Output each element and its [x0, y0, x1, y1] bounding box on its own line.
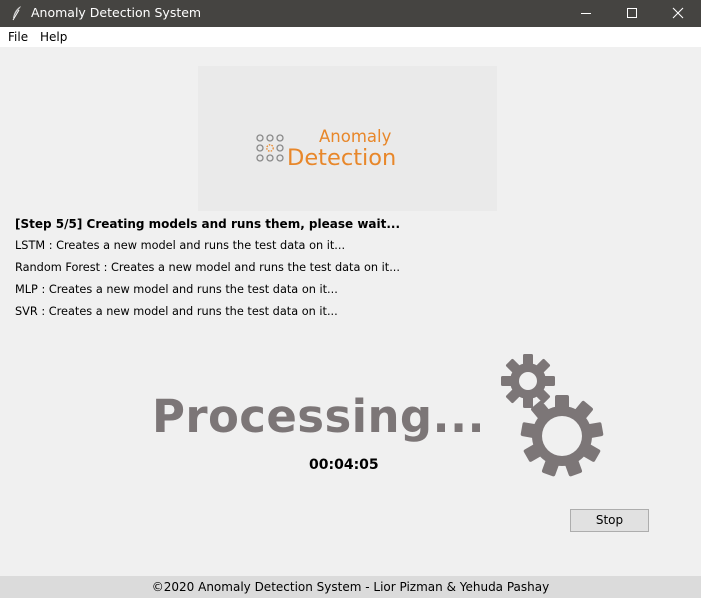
status-line-lstm: LSTM : Creates a new model and runs the …	[15, 239, 346, 252]
step-heading: [Step 5/5] Creating models and runs them…	[15, 217, 401, 231]
minimize-button[interactable]	[563, 0, 609, 27]
copyright-text: ©2020 Anomaly Detection System - Lior Pi…	[151, 580, 550, 594]
logo-line-detection: Detection	[287, 145, 397, 171]
window-title: Anomaly Detection System	[31, 5, 202, 20]
processing-label: Processing...	[152, 390, 486, 443]
menu-file[interactable]: File	[8, 29, 28, 45]
status-line-svr: SVR : Creates a new model and runs the t…	[15, 305, 338, 318]
footer: ©2020 Anomaly Detection System - Lior Pi…	[0, 576, 701, 598]
status-line-random-forest: Random Forest : Creates a new model and …	[15, 261, 400, 274]
menu-bar: File Help	[0, 27, 701, 47]
app-window: Anomaly Detection System File Help Anoma…	[0, 0, 701, 598]
maximize-icon	[627, 8, 637, 18]
maximize-button[interactable]	[609, 0, 655, 27]
logo: Anomaly Detection	[198, 66, 497, 211]
dots-icon	[256, 134, 284, 162]
elapsed-timer: 00:04:05	[309, 457, 379, 473]
title-bar[interactable]: Anomaly Detection System	[0, 0, 701, 27]
gears-icon	[501, 354, 604, 477]
close-button[interactable]	[655, 0, 701, 27]
feather-icon	[12, 6, 21, 21]
logo-line-anomaly: Anomaly	[319, 127, 392, 146]
menu-help[interactable]: Help	[40, 29, 67, 45]
status-line-mlp: MLP : Creates a new model and runs the t…	[15, 283, 338, 296]
close-icon	[672, 7, 684, 19]
minimize-icon	[581, 13, 591, 14]
stop-button[interactable]: Stop	[570, 509, 649, 532]
